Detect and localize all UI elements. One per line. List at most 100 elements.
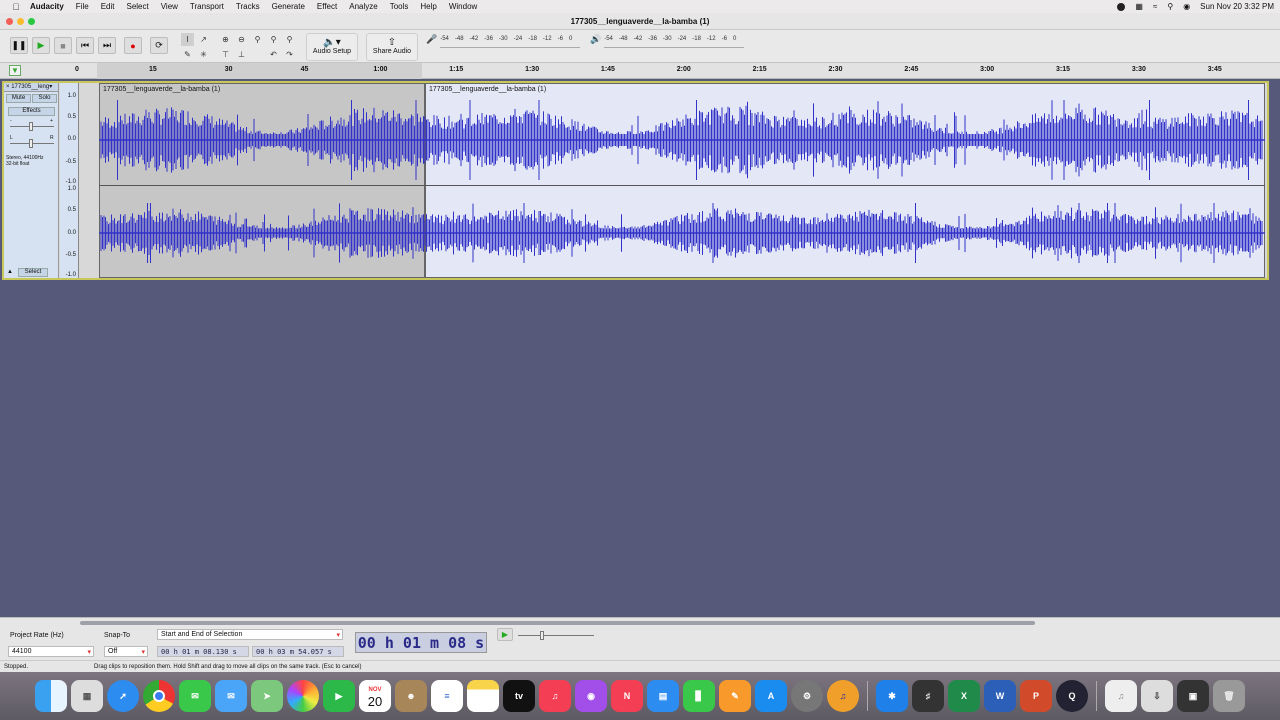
audio-position-display[interactable]: 00 h 01 m 08 s <box>355 632 487 653</box>
menu-help[interactable]: Help <box>414 2 442 11</box>
skip-start-button[interactable]: ⏮ <box>76 37 94 54</box>
apple-icon[interactable]:  <box>8 2 24 12</box>
app-store-icon[interactable]: A <box>755 680 787 712</box>
downloads-icon[interactable]: ⇩ <box>1141 680 1173 712</box>
playback-meter-bar[interactable] <box>604 47 744 51</box>
draw-tool-icon[interactable]: ✎ <box>181 48 194 61</box>
record-status-icon[interactable] <box>1117 2 1126 11</box>
redo-icon[interactable]: ↷ <box>283 48 296 61</box>
numbers-icon[interactable]: ▊ <box>683 680 715 712</box>
playback-meter[interactable]: 🔊 -54 -48 -42 -36 -30 -24 -18 -12 -6 0 <box>590 34 742 44</box>
trim-icon[interactable]: ⊤ <box>219 48 232 61</box>
garageband-icon[interactable]: ♯ <box>912 680 944 712</box>
effects-button[interactable]: Effects <box>8 107 55 116</box>
control-center-icon[interactable]: ▦ <box>1135 2 1143 11</box>
menu-file[interactable]: File <box>70 2 95 11</box>
play-speed-slider[interactable] <box>518 631 594 640</box>
envelope-tool-icon[interactable]: ↗ <box>197 33 210 46</box>
play-at-speed-button[interactable]: ▶ <box>497 628 513 641</box>
safari-icon[interactable]: ➚ <box>107 680 139 712</box>
timeline-play-head-icon[interactable]: ▼ <box>9 65 21 76</box>
pan-slider[interactable] <box>10 139 54 148</box>
mute-button[interactable]: Mute <box>6 94 31 103</box>
menu-view[interactable]: View <box>155 2 184 11</box>
skip-end-button[interactable]: ⏭ <box>98 37 116 54</box>
record-meter[interactable]: 🎤 -54 -48 -42 -36 -30 -24 -18 -12 -6 0 <box>426 34 578 44</box>
vertical-scale[interactable]: 1.0 0.5 0.0 -0.5 -1.0 1.0 0.5 0.0 -0.5 -1.0 <box>60 83 79 278</box>
audacity-icon[interactable]: ♫ <box>827 680 859 712</box>
play-button[interactable]: ▶ <box>32 37 50 54</box>
menu-select[interactable]: Select <box>120 2 154 11</box>
finder-icon[interactable] <box>35 680 67 712</box>
messages-icon[interactable]: ✉ <box>179 680 211 712</box>
clip-area[interactable]: 177305__lenguaverde__la-bamba (1) 177305… <box>99 83 1265 278</box>
selection-start-time[interactable]: 00 h 01 m 08.130 s <box>157 646 249 657</box>
maps-icon[interactable]: ➤ <box>251 680 283 712</box>
menu-effect[interactable]: Effect <box>311 2 343 11</box>
audio-track[interactable]: × 177305__leng▾ Mute Solo Effects - + L … <box>2 81 1269 280</box>
mail-icon[interactable]: ✉ <box>215 680 247 712</box>
reminders-icon[interactable]: ≡ <box>431 680 463 712</box>
horizontal-scrollbar[interactable] <box>80 621 1035 625</box>
snap-to-select[interactable]: Off ▾ <box>104 646 148 657</box>
apple-tv-icon[interactable]: tv <box>503 680 535 712</box>
pause-button[interactable]: ❚❚ <box>10 37 28 54</box>
menu-edit[interactable]: Edit <box>95 2 121 11</box>
share-audio-button[interactable]: ⇧ Share Audio <box>366 33 418 61</box>
launchpad-icon[interactable]: ▦ <box>71 680 103 712</box>
notes-icon[interactable] <box>467 680 499 712</box>
solo-button[interactable]: Solo <box>32 94 57 103</box>
loop-button[interactable]: ⟳ <box>150 37 168 54</box>
contacts-icon[interactable]: ☻ <box>395 680 427 712</box>
menu-generate[interactable]: Generate <box>266 2 311 11</box>
powerpoint-icon[interactable]: P <box>1020 680 1052 712</box>
facetime-icon[interactable]: ▶ <box>323 680 355 712</box>
podcasts-icon[interactable]: ◉ <box>575 680 607 712</box>
menu-tools[interactable]: Tools <box>384 2 415 11</box>
record-button[interactable]: ● <box>124 37 142 54</box>
audio-setup-button[interactable]: 🔈▾ Audio Setup <box>306 33 358 61</box>
menu-transport[interactable]: Transport <box>184 2 230 11</box>
calendar-icon[interactable]: NOV 20 <box>359 680 391 712</box>
zoom-toggle-icon[interactable]: ⚲ <box>283 33 296 46</box>
track-name[interactable]: × 177305__leng▾ <box>4 83 58 92</box>
selection-tool-icon[interactable]: I <box>181 33 194 46</box>
stop-button[interactable]: ■ <box>54 37 72 54</box>
record-meter-bar[interactable] <box>440 47 580 51</box>
pages-icon[interactable]: ✎ <box>719 680 751 712</box>
screenshot-icon[interactable]: ▣ <box>1177 680 1209 712</box>
selection-mode-select[interactable]: Start and End of Selection ▾ <box>157 629 343 640</box>
excel-icon[interactable]: X <box>948 680 980 712</box>
fit-selection-icon[interactable]: ⚲ <box>251 33 264 46</box>
gain-slider[interactable] <box>10 122 54 131</box>
search-icon[interactable]: ⚲ <box>1167 2 1173 11</box>
zoom-in-icon[interactable]: ⊕ <box>219 33 232 46</box>
keynote-icon[interactable]: ▤ <box>647 680 679 712</box>
wifi-icon[interactable]: ≈ <box>1153 2 1157 11</box>
timeline-ruler[interactable]: ▼ 0 15 30 45 1:00 1:15 1:30 1:45 2:00 2:15 2:30 2:4… <box>0 63 1280 79</box>
menu-app[interactable]: Audacity <box>24 2 70 11</box>
menu-clock[interactable]: Sun Nov 20 3:32 PM <box>1200 2 1274 11</box>
chrome-icon[interactable] <box>143 680 175 712</box>
bluetooth-icon[interactable]: ✱ <box>876 680 908 712</box>
multi-tool-icon[interactable]: ✳ <box>197 48 210 61</box>
quicktime-icon[interactable]: Q <box>1056 680 1088 712</box>
fit-project-icon[interactable]: ⚲ <box>267 33 280 46</box>
music-icon[interactable]: ♫ <box>539 680 571 712</box>
zoom-out-icon[interactable]: ⊖ <box>235 33 248 46</box>
trash-icon[interactable]: 🗑 <box>1213 680 1245 712</box>
selection-end-time[interactable]: 00 h 03 m 54.057 s <box>252 646 344 657</box>
select-track-button[interactable]: Select <box>18 268 48 277</box>
collapse-track-icon[interactable]: ▲ <box>7 269 13 275</box>
photos-icon[interactable] <box>287 680 319 712</box>
news-icon[interactable]: N <box>611 680 643 712</box>
menu-analyze[interactable]: Analyze <box>343 2 383 11</box>
track-close-icon[interactable]: × <box>6 84 10 90</box>
preview-icon[interactable]: ♫ <box>1105 680 1137 712</box>
menu-window[interactable]: Window <box>443 2 483 11</box>
menu-tracks[interactable]: Tracks <box>230 2 266 11</box>
word-icon[interactable]: W <box>984 680 1016 712</box>
system-preferences-icon[interactable]: ⚙ <box>791 680 823 712</box>
project-rate-select[interactable]: 44100 ▾ <box>8 646 94 657</box>
undo-icon[interactable]: ↶ <box>267 48 280 61</box>
